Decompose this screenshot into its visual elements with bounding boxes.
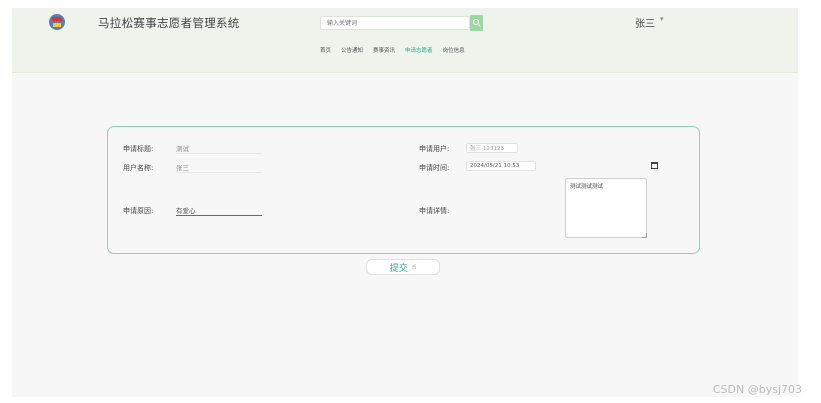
temple-logo-icon xyxy=(49,14,65,30)
main-nav: 首页 公告通知 赛事资讯 申请志愿者 岗位信息 xyxy=(320,46,465,54)
detail-textarea[interactable]: 测试测试测试 xyxy=(565,178,647,238)
chevron-down-icon[interactable]: ▾ xyxy=(660,15,664,23)
apply-time-field[interactable] xyxy=(466,161,536,171)
user-menu[interactable]: 张三 xyxy=(635,15,655,30)
nav-item-apply-volunteer[interactable]: 申请志愿者 xyxy=(405,46,433,54)
nav-item-positions[interactable]: 岗位信息 xyxy=(443,46,465,54)
title-field[interactable] xyxy=(176,142,262,154)
nav-item-notices[interactable]: 公告通知 xyxy=(341,46,363,54)
page-background: 马拉松赛事志愿者管理系统 张三 ▾ 首页 公告通知 赛事资讯 申请志愿者 岗位信… xyxy=(12,8,798,397)
submit-button[interactable]: 提交 ☝ xyxy=(366,259,440,275)
apply-user-field[interactable] xyxy=(466,143,518,153)
title-label: 申请标题: xyxy=(123,145,154,153)
site-title: 马拉松赛事志愿者管理系统 xyxy=(98,16,240,30)
username-label: 用户名称: xyxy=(123,164,154,172)
nav-item-home[interactable]: 首页 xyxy=(320,46,331,54)
calendar-icon[interactable] xyxy=(651,162,658,169)
reason-label: 申请原因: xyxy=(123,207,154,215)
submit-label: 提交 xyxy=(389,263,408,274)
search-icon[interactable] xyxy=(470,15,483,31)
application-form-card: 申请标题: 用户名称: 申请原因: 申请用户: 申请时间: 申请详情: 测试测试… xyxy=(107,126,700,254)
top-header: 马拉松赛事志愿者管理系统 张三 ▾ 首页 公告通知 赛事资讯 申请志愿者 岗位信… xyxy=(12,8,798,73)
reason-field[interactable] xyxy=(176,204,262,216)
resize-handle[interactable] xyxy=(642,233,647,238)
hand-cursor-icon: ☝ xyxy=(411,263,417,271)
apply-time-label: 申请时间: xyxy=(419,164,450,172)
username-field[interactable] xyxy=(176,161,262,173)
watermark: CSDN @bysj703 xyxy=(712,383,802,396)
detail-label: 申请详情: xyxy=(419,207,450,215)
search-input[interactable] xyxy=(320,16,470,30)
nav-item-news[interactable]: 赛事资讯 xyxy=(373,46,395,54)
apply-user-label: 申请用户: xyxy=(419,145,450,153)
